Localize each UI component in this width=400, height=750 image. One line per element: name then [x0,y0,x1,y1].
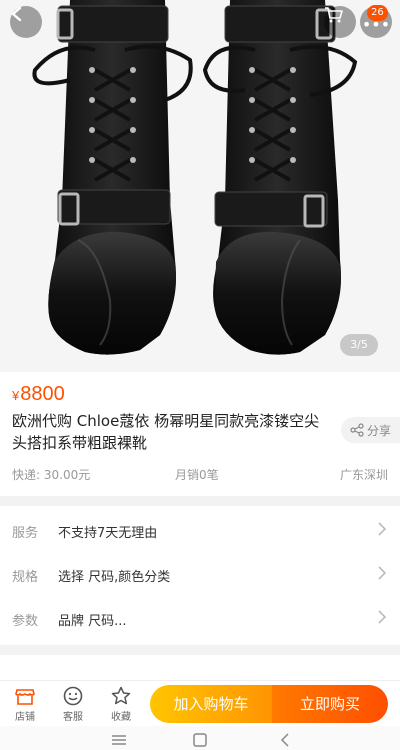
section-divider [0,645,400,655]
cart-count-badge: 26 [367,5,388,21]
home-icon [193,733,207,747]
param-value: 品牌 尺码... [58,614,127,629]
system-nav-icons [112,733,289,747]
param-row[interactable]: 参数 品牌 尺码... [0,596,400,640]
smile-icon [63,686,83,706]
back-icon [280,733,289,747]
spec-value: 选择 尺码,颜色分类 [58,570,171,585]
share-icon [350,423,364,437]
param-label: 参数 [12,614,39,629]
share-button[interactable]: 分享 [341,417,400,443]
chevron-left-icon [11,6,22,22]
section-divider [0,496,400,506]
back-button[interactable] [10,6,42,38]
product-image-gallery[interactable]: ••• 26 3/5 [0,0,400,372]
service-value: 不支持7天无理由 [58,526,158,541]
service-label: 服务 [12,526,39,541]
spec-row[interactable]: 规格 选择 尺码,颜色分类 [0,552,400,596]
image-pager: 3/5 [340,334,378,356]
chevron-right-icon [378,522,387,536]
price-value: 8800 [20,383,65,405]
system-nav-bar [0,726,400,750]
favorite-label: 收藏 [111,712,131,723]
chevron-right-icon [378,566,387,580]
ship-location: 广东深圳 [339,468,388,482]
service-label: 客服 [63,712,83,723]
service-row[interactable]: 服务 不支持7天无理由 [0,508,400,552]
share-label: 分享 [366,423,391,438]
customer-service-button[interactable]: 客服 [50,681,96,727]
product-price: ¥8800 [12,383,65,406]
favorite-button[interactable]: 收藏 [98,681,144,727]
shop-icon [15,689,35,705]
cart-icon [325,7,343,23]
buy-now-button[interactable]: 立即购买 [272,685,388,723]
product-title: 欧洲代购 Chloe蔻依 杨幂明星同款亮漆镂空尖头搭扣系带粗跟裸靴 [12,412,320,452]
action-bar: 店铺 客服 收藏 加入购物车 立即购买 [0,680,400,726]
monthly-sales: 月销0笔 [175,468,219,482]
shop-button[interactable]: 店铺 [2,681,48,727]
cart-button[interactable] [324,6,356,38]
shop-label: 店铺 [15,712,35,723]
star-icon [111,686,131,705]
add-to-cart-button[interactable]: 加入购物车 [150,685,272,723]
menu-icon [112,735,126,745]
chevron-right-icon [378,610,387,624]
next-section-peek [0,660,400,680]
shipping-fee: 快递: 30.00元 [12,468,91,482]
currency-symbol: ¥ [12,388,20,403]
boots-image [0,0,400,372]
delivery-meta: 快递: 30.00元 月销0笔 广东深圳 [12,466,388,486]
spec-label: 规格 [12,570,39,585]
